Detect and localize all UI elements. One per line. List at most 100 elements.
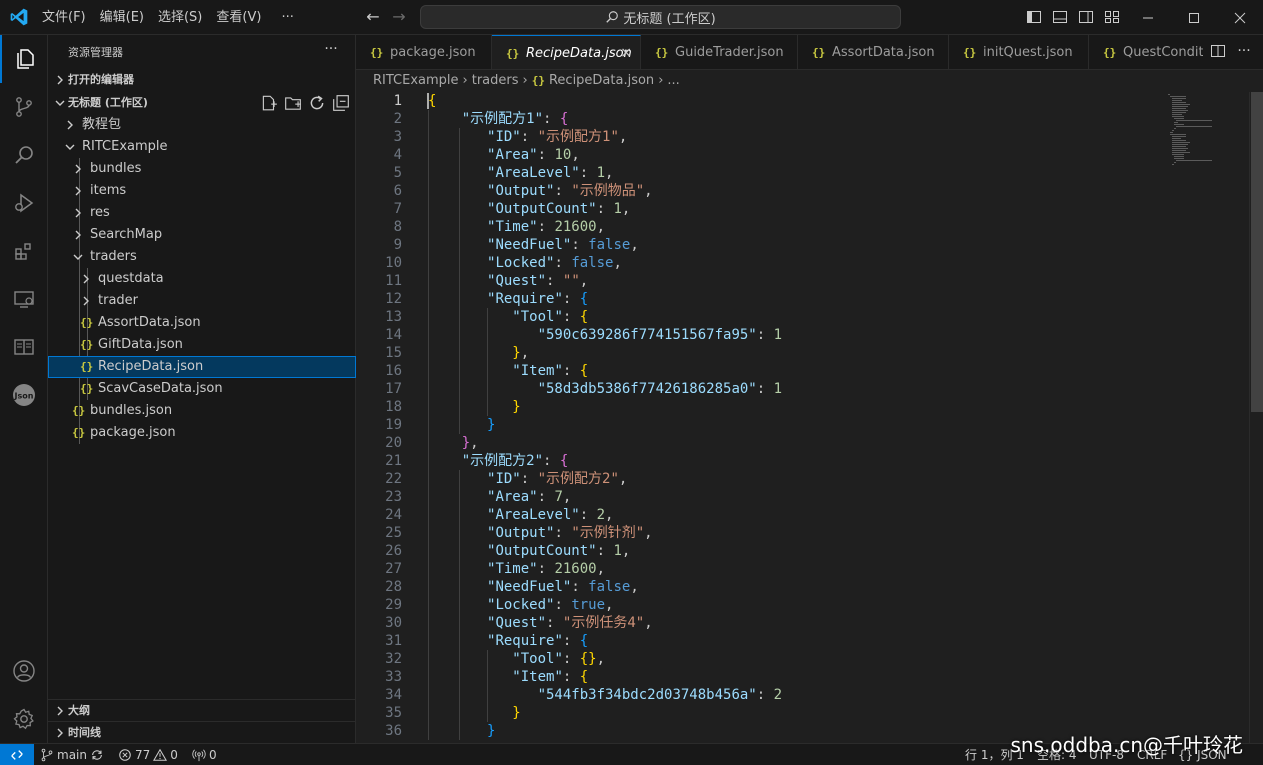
- menu-file[interactable]: 文件(F): [35, 6, 93, 30]
- tree-file-scavcasedata[interactable]: {} ScavCaseData.json: [48, 378, 356, 400]
- command-center-search[interactable]: 无标题 (工作区): [420, 5, 901, 29]
- tab-questcondition-json[interactable]: {} QuestConditio: [1089, 35, 1219, 69]
- chevron-down-icon: [55, 100, 65, 106]
- maximize-button[interactable]: [1171, 0, 1217, 35]
- tree-file-bundles-json[interactable]: {} bundles.json: [48, 400, 356, 422]
- close-window-button[interactable]: [1217, 0, 1263, 35]
- tree-folder-searchmap[interactable]: SearchMap: [48, 224, 356, 246]
- editor-scrollbar[interactable]: [1249, 92, 1263, 743]
- chevron-right-icon: [83, 296, 89, 306]
- tree-item-label: RecipeData.json: [98, 359, 204, 374]
- line-number: 15: [385, 345, 402, 361]
- code-token: ,: [618, 471, 628, 487]
- tab-guidetrader-json[interactable]: {} GuideTrader.json: [641, 35, 798, 69]
- breadcrumb-item[interactable]: RecipeData.json: [549, 73, 654, 88]
- section-workspace[interactable]: 无标题 (工作区): [48, 92, 356, 114]
- activity-run-debug[interactable]: [0, 179, 48, 227]
- refresh-icon[interactable]: [308, 94, 326, 112]
- code-token: "示例配方1": [461, 111, 544, 127]
- command-center-label: 无标题 (工作区): [623, 11, 716, 27]
- breadcrumb-item[interactable]: RITCExample: [373, 73, 459, 88]
- section-label: 打开的编辑器: [68, 73, 134, 86]
- tree-file-recipedata[interactable]: {} RecipeData.json: [48, 356, 356, 378]
- tree-folder-res[interactable]: res: [48, 202, 356, 224]
- remote-indicator[interactable]: [0, 744, 34, 765]
- back-button[interactable]: ←: [363, 8, 383, 28]
- collapse-all-icon[interactable]: [332, 94, 350, 112]
- scrollbar-thumb[interactable]: [1251, 92, 1263, 412]
- activity-search[interactable]: [0, 131, 48, 179]
- ports-indicator[interactable]: 0: [192, 744, 217, 765]
- minimap[interactable]: [1166, 92, 1246, 212]
- activity-remote-explorer[interactable]: [0, 275, 48, 323]
- code-token: "Locked": [487, 255, 555, 271]
- breadcrumb-item[interactable]: ...: [667, 73, 679, 88]
- close-tab-icon[interactable]: ×: [620, 36, 632, 69]
- forward-button[interactable]: →: [389, 8, 409, 28]
- tab-actions: ···: [1203, 35, 1263, 69]
- toggle-primary-sidebar-icon[interactable]: [1026, 9, 1042, 25]
- tree-folder-questdata[interactable]: questdata: [48, 268, 356, 290]
- code-text: "Area": 10,: [428, 146, 580, 164]
- code-token: ,: [613, 255, 622, 271]
- tab-package-json[interactable]: {} package.json: [356, 35, 492, 69]
- code-text: }: [428, 398, 520, 416]
- activity-references[interactable]: [0, 323, 48, 371]
- tree-folder-ritcexample[interactable]: RITCExample: [48, 136, 356, 158]
- sidebar-more-actions[interactable]: ···: [321, 41, 341, 61]
- tab-recipedata-json[interactable]: {} RecipeData.json ×: [492, 35, 641, 69]
- menu-selection[interactable]: 选择(S): [151, 6, 209, 30]
- section-open-editors[interactable]: 打开的编辑器: [48, 69, 356, 91]
- json-file-icon: {}: [72, 426, 86, 439]
- code-token: {: [579, 291, 589, 307]
- code-token: "Tool": [512, 651, 563, 667]
- section-outline[interactable]: 大纲: [48, 700, 356, 722]
- section-timeline[interactable]: 时间线: [48, 722, 356, 744]
- activity-accounts[interactable]: [0, 647, 48, 695]
- branch-indicator[interactable]: main: [40, 744, 104, 765]
- activity-extensions[interactable]: [0, 227, 48, 275]
- tree-file-assortdata[interactable]: {} AssortData.json: [48, 312, 356, 334]
- tab-initquest-json[interactable]: {} initQuest.json: [949, 35, 1089, 69]
- code-token: ,: [605, 165, 614, 181]
- line-number: 27: [385, 561, 402, 577]
- section-label: 时间线: [68, 726, 101, 739]
- activity-manage[interactable]: [0, 695, 48, 743]
- activity-explorer[interactable]: [0, 35, 48, 83]
- json-file-icon: {}: [531, 74, 545, 87]
- tree-file-giftdata[interactable]: {} GiftData.json: [48, 334, 356, 356]
- menu-view[interactable]: 查看(V): [209, 6, 268, 30]
- more-actions-icon[interactable]: ···: [1235, 43, 1253, 61]
- tree-folder-items[interactable]: items: [48, 180, 356, 202]
- tree-folder-jiaochengbao[interactable]: 教程包: [48, 114, 356, 136]
- tree-folder-trader[interactable]: trader: [48, 290, 356, 312]
- code-token: "OutputCount": [487, 201, 597, 217]
- customize-layout-icon[interactable]: [1104, 9, 1120, 25]
- activity-source-control[interactable]: [0, 83, 48, 131]
- breadcrumb-item[interactable]: traders: [472, 73, 519, 88]
- code-token: :: [562, 309, 580, 325]
- tab-assortdata-json[interactable]: {} AssortData.json: [798, 35, 949, 69]
- tree-file-package-json[interactable]: {} package.json: [48, 422, 356, 444]
- line-number: 36: [385, 723, 402, 739]
- vscode-logo-icon: [10, 8, 28, 26]
- problems-indicator[interactable]: 77 0: [118, 744, 178, 765]
- tree-folder-traders[interactable]: traders: [48, 246, 356, 268]
- line-number: 26: [385, 543, 402, 559]
- line-number: 28: [385, 579, 402, 595]
- activity-json[interactable]: Json: [0, 371, 48, 419]
- tree-item-label: bundles.json: [90, 403, 173, 418]
- menu-edit[interactable]: 编辑(E): [93, 6, 151, 30]
- minimize-button[interactable]: [1125, 0, 1171, 35]
- menu-more[interactable]: ···: [274, 6, 300, 30]
- new-folder-icon[interactable]: [284, 94, 302, 112]
- toggle-secondary-sidebar-icon[interactable]: [1078, 9, 1094, 25]
- split-editor-icon[interactable]: [1209, 43, 1227, 61]
- code-editor[interactable]: 1{2 "示例配方1": {3 "ID": "示例配方1", 4 "Area": …: [356, 92, 1263, 743]
- tree-item-label: RITCExample: [82, 139, 168, 154]
- book-icon: [14, 339, 34, 355]
- tree-folder-bundles[interactable]: bundles: [48, 158, 356, 180]
- toggle-panel-icon[interactable]: [1052, 9, 1068, 25]
- new-file-icon[interactable]: [260, 94, 278, 112]
